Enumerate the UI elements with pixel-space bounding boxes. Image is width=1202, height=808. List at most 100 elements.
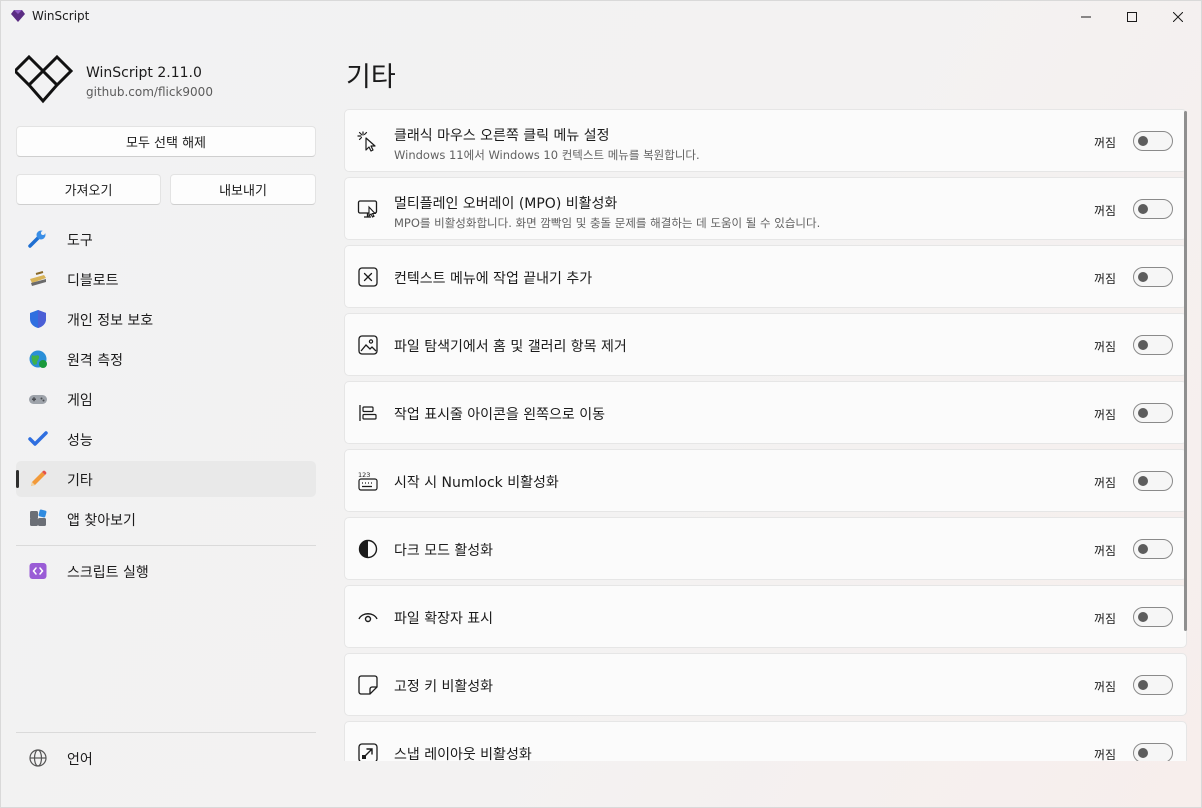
check-icon (28, 431, 48, 446)
contrast-icon (358, 539, 378, 559)
setting-taskbar-left: 작업 표시줄 아이콘을 왼쪽으로 이동 꺼짐 (344, 381, 1187, 444)
setting-description: Windows 11에서 Windows 10 컨텍스트 메뉴를 복원합니다. (394, 148, 700, 162)
winscript-logo-icon (15, 55, 73, 104)
app-name: WinScript 2.11.0 (86, 65, 202, 81)
toggle-knob (1138, 748, 1148, 758)
page-title: 기타 (346, 62, 396, 93)
svg-text:123: 123 (358, 471, 370, 479)
classic-menu-toggle[interactable] (1133, 131, 1173, 151)
deselect-all-button[interactable]: 모두 선택 해제 (16, 126, 316, 157)
selection-indicator (16, 470, 19, 488)
pencil-icon (31, 470, 47, 486)
sidebar-item-label: 성능 (67, 433, 93, 449)
language-label: 언어 (67, 752, 93, 768)
cursor-click-icon (357, 131, 376, 152)
toggle-knob (1138, 612, 1148, 622)
toggle-knob (1138, 204, 1148, 214)
toggle-state-label: 꺼짐 (1094, 680, 1117, 694)
toggle-state-label: 꺼짐 (1094, 408, 1117, 422)
sticky-note-icon (358, 675, 378, 695)
maximize-button[interactable] (1109, 1, 1155, 33)
toggle-knob (1138, 136, 1148, 146)
dark-mode-toggle[interactable] (1133, 539, 1173, 559)
toggle-state-label: 꺼짐 (1094, 544, 1117, 558)
run-script-button[interactable]: 스크립트 실행 (16, 553, 316, 589)
end-task-toggle[interactable] (1133, 267, 1173, 287)
setting-title: 파일 확장자 표시 (394, 611, 494, 627)
setting-classic-context-menu: 클래식 마우스 오른쪽 클릭 메뉴 설정 Windows 11에서 Window… (344, 109, 1187, 172)
sidebar-item-privacy[interactable]: 개인 정보 보호 (16, 301, 316, 337)
sidebar-item-label: 앱 찾아보기 (67, 513, 136, 529)
settings-list[interactable]: 클래식 마우스 오른쪽 클릭 메뉴 설정 Windows 11에서 Window… (344, 109, 1187, 761)
setting-end-task: 컨텍스트 메뉴에 작업 끝내기 추가 꺼짐 (344, 245, 1187, 308)
title-bar[interactable]: WinScript (1, 1, 1201, 33)
toggle-state-label: 꺼짐 (1094, 340, 1117, 354)
sidebar-item-label: 원격 측정 (67, 353, 123, 369)
toggle-knob (1138, 476, 1148, 486)
setting-disable-mpo: 멀티플레인 오버레이 (MPO) 비활성화 MPO를 비활성화합니다. 화면 깜… (344, 177, 1187, 240)
setting-sticky-keys: 고정 키 비활성화 꺼짐 (344, 653, 1187, 716)
numlock-toggle[interactable] (1133, 471, 1173, 491)
globe-icon (29, 350, 47, 368)
taskbar-left-toggle[interactable] (1133, 403, 1173, 423)
sidebar-divider (16, 545, 316, 546)
sidebar-item-label: 기타 (67, 473, 93, 489)
sidebar-item-label: 도구 (67, 233, 93, 249)
broom-icon (30, 271, 46, 286)
toggle-knob (1138, 408, 1148, 418)
snap-layouts-toggle[interactable] (1133, 743, 1173, 761)
close-box-icon (358, 267, 378, 287)
snap-icon (358, 743, 378, 761)
app-logo-icon (11, 10, 25, 22)
sidebar-item-label: 게임 (67, 393, 93, 409)
home-gallery-toggle[interactable] (1133, 335, 1173, 355)
sidebar-item-performance[interactable]: 성능 (16, 421, 316, 457)
sidebar-item-browse-apps[interactable]: 앱 찾아보기 (16, 501, 316, 537)
import-button[interactable]: 가져오기 (16, 174, 161, 205)
setting-title: 멀티플레인 오버레이 (MPO) 비활성화 (394, 196, 618, 212)
close-icon (1173, 12, 1183, 22)
setting-title: 컨텍스트 메뉴에 작업 끝내기 추가 (394, 271, 593, 287)
app-link[interactable]: github.com/flick9000 (86, 85, 213, 99)
setting-numlock: 123 시작 시 Numlock 비활성화 꺼짐 (344, 449, 1187, 512)
vertical-scrollbar[interactable] (1184, 111, 1187, 631)
sidebar-item-misc[interactable]: 기타 (16, 461, 316, 497)
sidebar-item-label: 디블로트 (67, 273, 119, 289)
sidebar-item-gaming[interactable]: 게임 (16, 381, 316, 417)
language-button[interactable]: 언어 (16, 740, 316, 776)
window-title: WinScript (32, 9, 90, 23)
mpo-toggle[interactable] (1133, 199, 1173, 219)
setting-title: 작업 표시줄 아이콘을 왼쪽으로 이동 (394, 407, 605, 423)
setting-remove-home-gallery: 파일 탐색기에서 홈 및 갤러리 항목 제거 꺼짐 (344, 313, 1187, 376)
sidebar-item-debloat[interactable]: 디블로트 (16, 261, 316, 297)
minimize-button[interactable] (1063, 1, 1109, 33)
wrench-icon (28, 230, 46, 248)
align-left-icon (359, 405, 377, 421)
sticky-keys-toggle[interactable] (1133, 675, 1173, 695)
close-button[interactable] (1155, 1, 1201, 33)
toggle-state-label: 꺼짐 (1094, 272, 1117, 286)
setting-dark-mode: 다크 모드 활성화 꺼짐 (344, 517, 1187, 580)
toggle-state-label: 꺼짐 (1094, 136, 1117, 150)
toggle-state-label: 꺼짐 (1094, 612, 1117, 626)
toggle-knob (1138, 340, 1148, 350)
export-button[interactable]: 내보내기 (170, 174, 316, 205)
toggle-knob (1138, 680, 1148, 690)
file-extensions-toggle[interactable] (1133, 607, 1173, 627)
sidebar-item-tools[interactable]: 도구 (16, 221, 316, 257)
toggle-knob (1138, 272, 1148, 282)
setting-file-extensions: 파일 확장자 표시 꺼짐 (344, 585, 1187, 648)
sidebar-item-label: 개인 정보 보호 (67, 313, 154, 329)
maximize-icon (1127, 12, 1137, 22)
setting-title: 다크 모드 활성화 (394, 543, 494, 559)
run-script-label: 스크립트 실행 (67, 565, 149, 581)
app-window: WinScript WinScript 2.11.0 github.com/fl… (0, 0, 1202, 808)
sidebar-item-telemetry[interactable]: 원격 측정 (16, 341, 316, 377)
toggle-knob (1138, 544, 1148, 554)
numpad-icon: 123 (358, 471, 378, 491)
setting-snap-layouts: 스냅 레이아웃 비활성화 꺼짐 (344, 721, 1187, 761)
setting-title: 시작 시 Numlock 비활성화 (394, 475, 559, 491)
globe-icon (29, 749, 47, 767)
minimize-icon (1081, 16, 1091, 18)
toggle-state-label: 꺼짐 (1094, 476, 1117, 490)
